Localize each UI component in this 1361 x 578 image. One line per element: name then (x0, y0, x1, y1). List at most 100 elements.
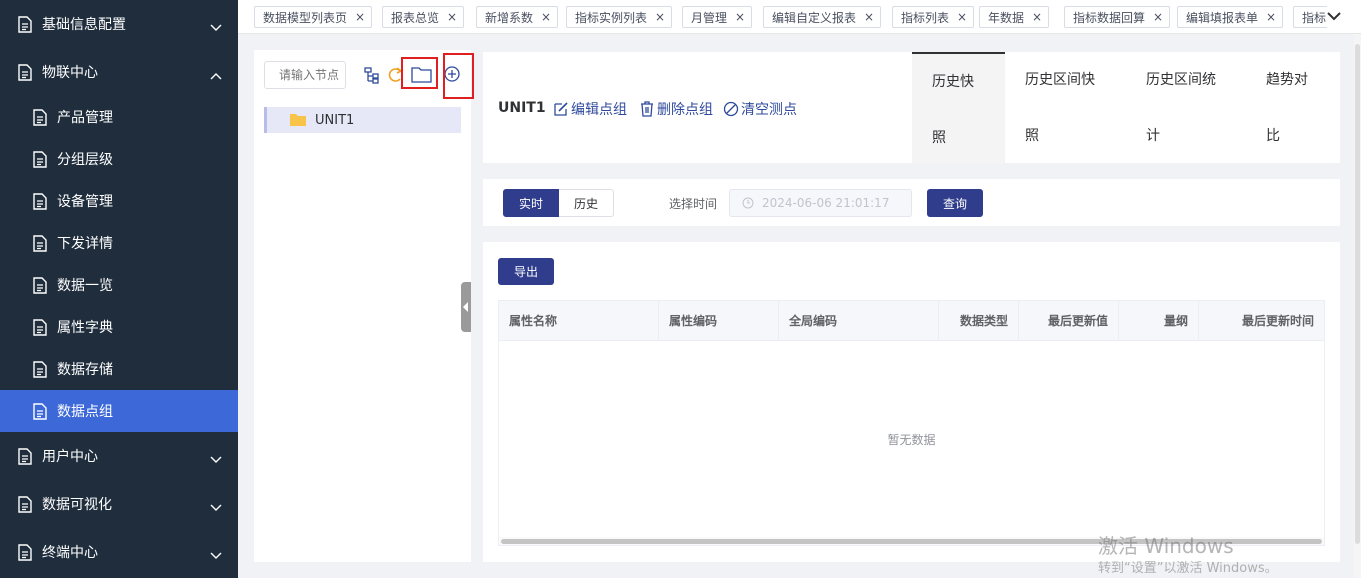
sidebar-item-12[interactable]: 终端中心 (0, 528, 238, 576)
tab-tag[interactable]: 年数据 × (979, 6, 1050, 28)
tag-label: 指标实例列表 (575, 10, 648, 25)
edit-icon (554, 102, 568, 116)
sidebar-item-label: 物联中心 (42, 65, 98, 81)
sidebar-item-7[interactable]: 属性字典 (0, 306, 238, 348)
document-icon (18, 447, 32, 465)
tab-history-snapshot[interactable]: 历史快 照 (912, 52, 1005, 163)
sidebar-item-label: 终端中心 (42, 545, 98, 561)
ban-icon (723, 101, 739, 117)
vertical-scrollbar[interactable] (1354, 34, 1361, 578)
highlight-box-add (443, 53, 474, 99)
close-icon[interactable]: × (1266, 10, 1276, 24)
tab-tag[interactable]: 新增系数 × (476, 6, 559, 28)
tags-view-bar: 指标 编辑填报表单 × 指标数据回算 × 年数据 × 指标列表 × 编辑自定义报表 × 月管理 × 指标实… (238, 0, 1361, 34)
sidebar-item-9[interactable]: 数据点组 (0, 390, 238, 432)
datetime-picker[interactable]: 2024-06-06 21:01:17 (729, 189, 912, 217)
clear-points-button[interactable]: 清空测点 (723, 99, 797, 119)
realtime-toggle[interactable]: 实时 (503, 189, 559, 217)
sidebar-item-5[interactable]: 下发详情 (0, 222, 238, 264)
document-icon (33, 234, 47, 252)
tab-tag[interactable]: 编辑填报表单 × (1177, 6, 1284, 28)
sidebar-item-2[interactable]: 产品管理 (0, 96, 238, 138)
sidebar-item-10[interactable]: 用户中心 (0, 432, 238, 480)
tree-node[interactable]: UNIT1 (264, 107, 461, 133)
tree-structure-icon[interactable] (363, 66, 381, 84)
close-icon[interactable]: × (655, 10, 665, 24)
sidebar-item-label: 数据点组 (57, 404, 113, 420)
document-icon (33, 402, 47, 420)
group-title: UNIT1 (498, 100, 546, 116)
refresh-icon[interactable] (388, 66, 402, 84)
sidebar-item-0[interactable]: 基础信息配置 (0, 0, 238, 48)
table-header: 属性名称 属性编码 全局编码 数据类型 最后更新值 量纲 最后更新时间 (499, 301, 1324, 341)
document-icon (33, 276, 47, 294)
chevron-down-icon[interactable] (1327, 9, 1341, 23)
sidebar-item-label: 下发详情 (57, 236, 113, 252)
sidebar-item-3[interactable]: 分组层级 (0, 138, 238, 180)
column-header[interactable]: 属性编码 (659, 301, 779, 341)
clock-icon (742, 197, 754, 209)
document-icon (33, 192, 47, 210)
column-header[interactable]: 最后更新时间 (1199, 301, 1324, 341)
time-label: 选择时间 (669, 197, 718, 211)
tab-history-range-snapshot[interactable]: 历史区间快 照 (1005, 52, 1126, 163)
sidebar-item-11[interactable]: 数据可视化 (0, 480, 238, 528)
close-icon[interactable]: × (864, 10, 874, 24)
tab-label-line2: 计 (1146, 128, 1160, 144)
tab-tag[interactable]: 指标实例列表 × (566, 6, 673, 28)
sidebar-item-4[interactable]: 设备管理 (0, 180, 238, 222)
document-icon (18, 495, 32, 513)
edit-group-button[interactable]: 编辑点组 (553, 99, 627, 119)
tree-panel: UNIT1 (254, 50, 474, 562)
tag-label: 月管理 (691, 10, 728, 25)
close-icon[interactable]: × (957, 10, 967, 24)
close-icon[interactable]: × (1153, 10, 1163, 24)
activation-watermark-text: 转到“设置”以激活 Windows。 (1098, 561, 1278, 576)
clear-points-label: 清空测点 (741, 102, 797, 118)
tab-trend-compare[interactable]: 趋势对 比 (1246, 52, 1340, 163)
column-header[interactable]: 数据类型 (939, 301, 1019, 341)
search-button[interactable]: 查询 (927, 189, 983, 217)
column-header[interactable]: 属性名称 (499, 301, 659, 341)
tab-tag[interactable]: 指标数据回算 × (1064, 6, 1171, 28)
close-icon[interactable]: × (541, 10, 551, 24)
chevron-down-icon (210, 20, 222, 31)
sidebar-item-6[interactable]: 数据一览 (0, 264, 238, 306)
tab-tag[interactable]: 月管理 × (682, 6, 753, 28)
delete-group-button[interactable]: 删除点组 (639, 99, 713, 119)
tag-label: 指标 (1302, 10, 1327, 25)
tree-search-input[interactable] (264, 61, 346, 89)
edit-group-label: 编辑点组 (571, 102, 627, 118)
sidebar-item-label: 数据存储 (57, 362, 113, 378)
collapse-handle[interactable] (461, 282, 471, 332)
tab-label-line2: 照 (1025, 128, 1039, 144)
column-header[interactable]: 量纲 (1119, 301, 1199, 341)
history-toggle[interactable]: 历史 (559, 189, 614, 217)
tab-tag[interactable]: 指标列表 × (892, 6, 975, 28)
sidebar-item-label: 数据一览 (57, 278, 113, 294)
chevron-down-icon (210, 548, 222, 559)
sidebar-item-label: 用户中心 (42, 449, 98, 465)
close-icon[interactable]: × (447, 10, 457, 24)
export-button[interactable]: 导出 (498, 258, 554, 285)
tab-tag[interactable]: 数据模型列表页 × (254, 6, 373, 28)
close-icon[interactable]: × (1032, 10, 1042, 24)
sidebar-item-label: 设备管理 (57, 194, 113, 210)
tab-label-line1: 趋势对 (1266, 72, 1308, 88)
column-header[interactable]: 最后更新值 (1019, 301, 1119, 341)
tab-tag[interactable]: 报表总览 × (382, 6, 465, 28)
document-icon (18, 63, 32, 81)
document-icon (18, 543, 32, 561)
tab-label-line2: 照 (932, 130, 946, 146)
sidebar-item-8[interactable]: 数据存储 (0, 348, 238, 390)
data-table-card: 导出 属性名称 属性编码 全局编码 数据类型 最后更新值 量纲 最后更新时间 暂… (483, 242, 1340, 562)
column-header[interactable]: 全局编码 (779, 301, 939, 341)
close-icon[interactable]: × (355, 10, 365, 24)
data-table: 属性名称 属性编码 全局编码 数据类型 最后更新值 量纲 最后更新时间 暂无数据 (498, 300, 1325, 546)
tab-tag[interactable]: 编辑自定义报表 × (763, 6, 882, 28)
chevron-up-icon (210, 68, 222, 80)
close-icon[interactable]: × (735, 10, 745, 24)
tab-history-range-stats[interactable]: 历史区间统 计 (1126, 52, 1246, 163)
sidebar-item-1[interactable]: 物联中心 (0, 48, 238, 96)
highlight-box-folder (401, 57, 438, 89)
